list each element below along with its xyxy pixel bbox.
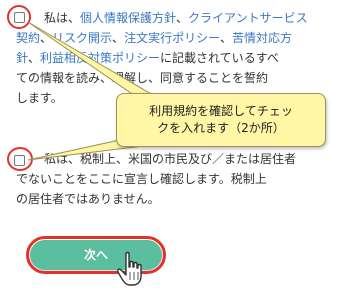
callout-line-2: クを入れます（2か所）: [157, 121, 285, 135]
terms-agreement-panel: 私は、個人情報保護方針、クライアントサービス 契約、リスク開示、注文実行ポリシー…: [0, 0, 360, 298]
callout-line-1: 利用規約を確認してチェッ: [149, 104, 293, 118]
hand-pointer-cursor-icon: [117, 251, 142, 286]
instruction-callout: 利用規約を確認してチェッ クを入れます（2か所）: [116, 93, 326, 147]
